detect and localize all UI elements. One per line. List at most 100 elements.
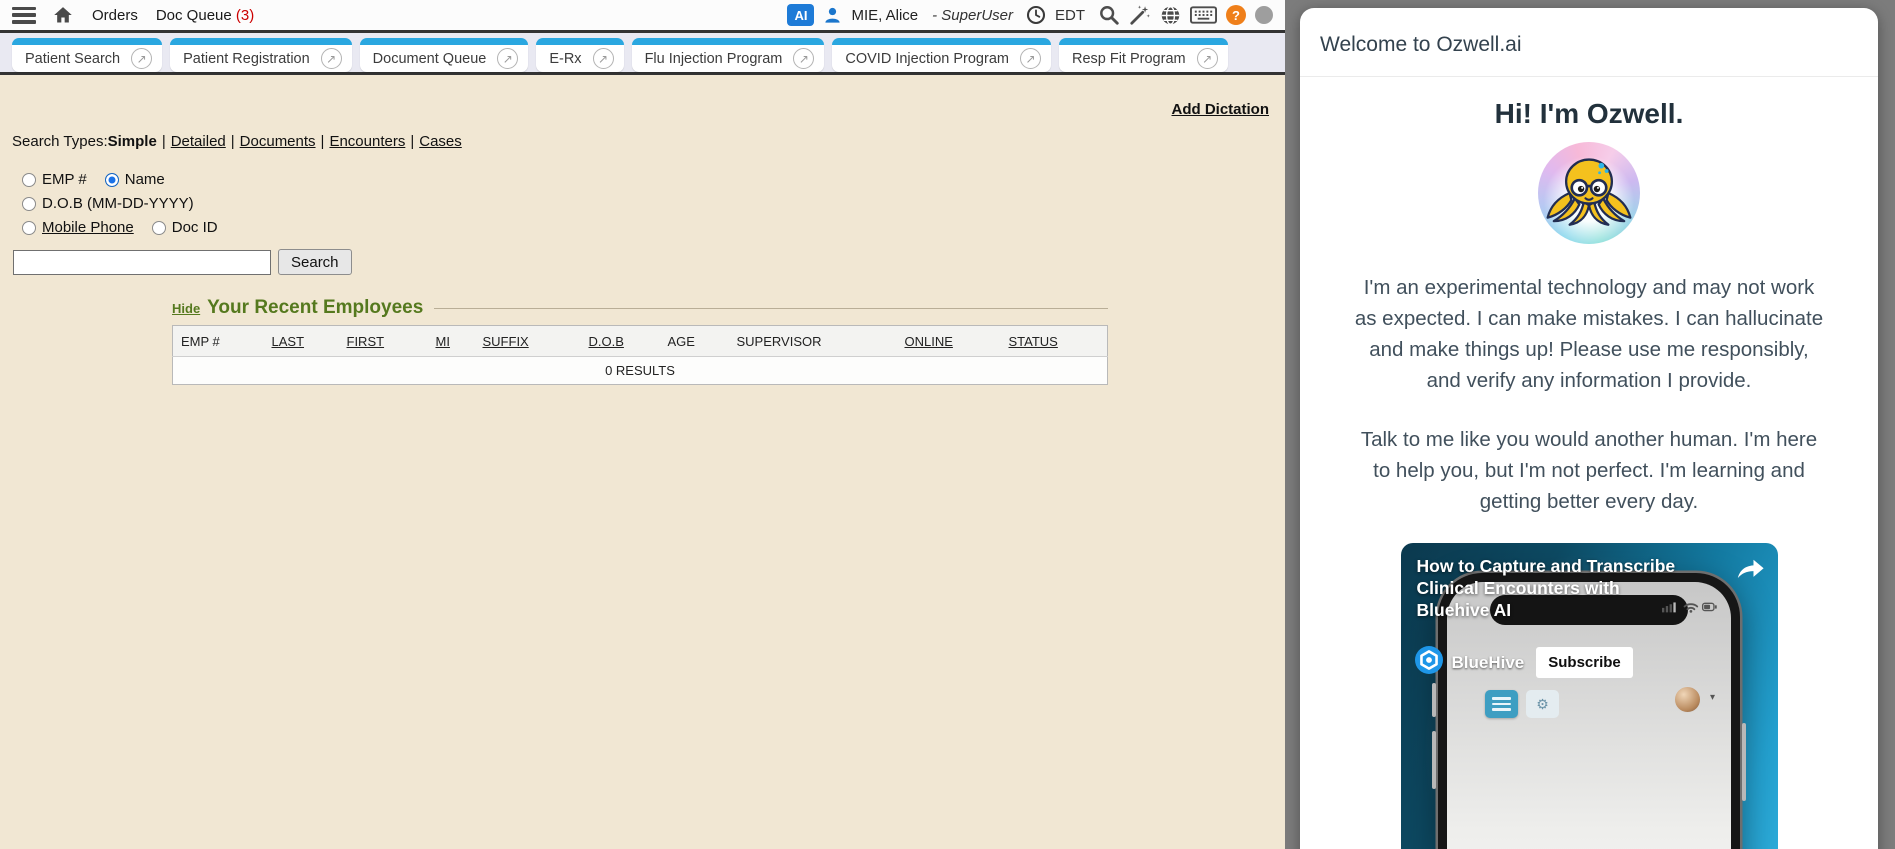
app-root: Orders Doc Queue (3) AI MIE, Alice - Sup… bbox=[0, 0, 1895, 849]
youtube-video-embed[interactable]: ⚙ ▾ How to Capture and Transcribe Clinic… bbox=[1401, 543, 1778, 849]
hamburger-menu-icon[interactable] bbox=[12, 7, 36, 24]
tab-label: COVID Injection Program bbox=[845, 51, 1009, 67]
popout-icon[interactable]: ↗ bbox=[497, 48, 518, 69]
nav-doc-queue[interactable]: Doc Queue (3) bbox=[156, 7, 254, 24]
tab-bar: Patient Search ↗ Patient Registration ↗ … bbox=[0, 33, 1285, 75]
status-indicator-circle bbox=[1255, 6, 1273, 24]
tab-document-queue[interactable]: Document Queue ↗ bbox=[360, 38, 529, 72]
channel-avatar[interactable] bbox=[1415, 646, 1443, 679]
popout-icon[interactable]: ↗ bbox=[793, 48, 814, 69]
search-mode-radios: EMP # Name D.O.B (MM-DD-YYYY) Mobile Pho… bbox=[22, 168, 1285, 240]
octopus-icon bbox=[1545, 149, 1633, 237]
column-suffix[interactable]: SUFFIX bbox=[475, 326, 581, 357]
search-type-cases[interactable]: Cases bbox=[419, 133, 462, 150]
globe-icon[interactable] bbox=[1160, 5, 1181, 26]
recent-employees-section: Hide Your Recent Employees EMP # LAST bbox=[172, 297, 1108, 385]
popout-icon[interactable]: ↗ bbox=[131, 48, 152, 69]
table-row: 0 RESULTS bbox=[173, 357, 1108, 385]
popout-icon[interactable]: ↗ bbox=[1020, 48, 1041, 69]
search-icon[interactable] bbox=[1098, 4, 1120, 26]
top-bar: Orders Doc Queue (3) AI MIE, Alice - Sup… bbox=[0, 0, 1285, 33]
search-type-simple[interactable]: Simple bbox=[108, 133, 157, 150]
popout-icon[interactable]: ↗ bbox=[321, 48, 342, 69]
ozwell-header: Welcome to Ozwell.ai bbox=[1300, 8, 1878, 77]
search-type-detailed[interactable]: Detailed bbox=[171, 133, 226, 150]
radio-doc-id-label[interactable]: Doc ID bbox=[172, 216, 218, 240]
tab-label: Patient Registration bbox=[183, 51, 310, 67]
radio-mobile-phone-label[interactable]: Mobile Phone bbox=[42, 216, 134, 240]
tab-label: Patient Search bbox=[25, 51, 120, 67]
add-dictation-link[interactable]: Add Dictation bbox=[1172, 101, 1270, 118]
help-icon[interactable]: ? bbox=[1226, 5, 1246, 25]
radio-name-label[interactable]: Name bbox=[125, 168, 165, 192]
phone-gear-icon: ⚙ bbox=[1526, 690, 1559, 718]
phone-menu-button bbox=[1485, 690, 1518, 718]
patient-search-content: Add Dictation Search Types:Simple | Detail… bbox=[0, 78, 1285, 849]
recent-employees-table: EMP # LAST FIRST MI SUFFIX D.O.B AGE SUP… bbox=[172, 325, 1108, 385]
tab-resp-fit-program[interactable]: Resp Fit Program ↗ bbox=[1059, 38, 1228, 72]
popout-icon[interactable]: ↗ bbox=[593, 48, 614, 69]
column-online[interactable]: ONLINE bbox=[897, 326, 1001, 357]
separator: | bbox=[410, 133, 414, 150]
tab-covid-injection-program[interactable]: COVID Injection Program ↗ bbox=[832, 38, 1051, 72]
column-last[interactable]: LAST bbox=[264, 326, 339, 357]
radio-dob-label[interactable]: D.O.B (MM-DD-YYYY) bbox=[42, 192, 194, 216]
search-types-bar: Search Types:Simple|Detailed|Documents|E… bbox=[12, 133, 1285, 150]
user-role: - SuperUser bbox=[932, 7, 1013, 24]
phone-screen: ⚙ ▾ bbox=[1447, 582, 1731, 849]
ehr-window: Orders Doc Queue (3) AI MIE, Alice - Sup… bbox=[0, 0, 1285, 849]
ozwell-header-title: Welcome to Ozwell.ai bbox=[1320, 33, 1522, 56]
home-icon[interactable] bbox=[52, 5, 74, 25]
column-mi[interactable]: MI bbox=[428, 326, 475, 357]
radio-emp-number[interactable] bbox=[22, 173, 36, 187]
tab-flu-injection-program[interactable]: Flu Injection Program ↗ bbox=[632, 38, 825, 72]
share-icon[interactable] bbox=[1735, 557, 1766, 586]
tab-patient-registration[interactable]: Patient Registration ↗ bbox=[170, 38, 352, 72]
separator: | bbox=[321, 133, 325, 150]
table-header-row: EMP # LAST FIRST MI SUFFIX D.O.B AGE SUP… bbox=[173, 326, 1108, 357]
search-button[interactable]: Search bbox=[278, 249, 352, 275]
clock-icon[interactable] bbox=[1026, 5, 1046, 25]
search-type-encounters[interactable]: Encounters bbox=[329, 133, 405, 150]
hide-link[interactable]: Hide bbox=[172, 301, 200, 316]
tab-e-rx[interactable]: E-Rx ↗ bbox=[536, 38, 623, 72]
channel-row: BlueHive Subscribe bbox=[1415, 646, 1633, 679]
doc-queue-label: Doc Queue bbox=[156, 7, 232, 24]
search-form: Search bbox=[13, 249, 1285, 275]
user-icon[interactable] bbox=[823, 6, 842, 25]
column-age: AGE bbox=[660, 326, 729, 357]
tab-label: Flu Injection Program bbox=[645, 51, 783, 67]
modal-backdrop: Welcome to Ozwell.ai Hi! I'm Ozwell. bbox=[1285, 0, 1895, 849]
wand-icon[interactable] bbox=[1129, 4, 1151, 26]
popout-icon[interactable]: ↗ bbox=[1197, 48, 1218, 69]
subscribe-button[interactable]: Subscribe bbox=[1536, 647, 1633, 678]
radio-dob[interactable] bbox=[22, 197, 36, 211]
search-types-label: Search Types: bbox=[12, 133, 108, 150]
keyboard-icon[interactable] bbox=[1190, 6, 1217, 24]
video-title-link[interactable]: How to Capture and Transcribe Clinical E… bbox=[1417, 555, 1679, 621]
ozwell-panel: Welcome to Ozwell.ai Hi! I'm Ozwell. bbox=[1300, 8, 1878, 849]
ai-assistant-button[interactable]: AI bbox=[787, 4, 814, 26]
tab-label: Document Queue bbox=[373, 51, 487, 67]
nav-orders[interactable]: Orders bbox=[92, 7, 138, 24]
empty-results-cell: 0 RESULTS bbox=[173, 357, 1108, 385]
column-status[interactable]: STATUS bbox=[1001, 326, 1108, 357]
tab-label: E-Rx bbox=[549, 51, 581, 67]
timezone-label: EDT bbox=[1055, 7, 1085, 24]
channel-name[interactable]: BlueHive bbox=[1452, 653, 1525, 673]
column-first[interactable]: FIRST bbox=[339, 326, 428, 357]
top-bar-right: AI MIE, Alice - SuperUser EDT bbox=[787, 4, 1273, 26]
separator: | bbox=[162, 133, 166, 150]
phone-avatar-caret: ▾ bbox=[1710, 692, 1715, 703]
tab-patient-search[interactable]: Patient Search ↗ bbox=[12, 38, 162, 72]
radio-mobile-phone[interactable] bbox=[22, 221, 36, 235]
radio-doc-id[interactable] bbox=[152, 221, 166, 235]
radio-name[interactable] bbox=[105, 173, 119, 187]
search-type-documents[interactable]: Documents bbox=[240, 133, 316, 150]
search-input[interactable] bbox=[13, 250, 271, 275]
user-name[interactable]: MIE, Alice bbox=[851, 7, 918, 24]
ozwell-guidance-paragraph: Talk to me like you would another human.… bbox=[1354, 424, 1824, 517]
doc-queue-count-badge: (3) bbox=[236, 7, 254, 24]
radio-emp-number-label[interactable]: EMP # bbox=[42, 168, 87, 192]
column-dob[interactable]: D.O.B bbox=[581, 326, 660, 357]
